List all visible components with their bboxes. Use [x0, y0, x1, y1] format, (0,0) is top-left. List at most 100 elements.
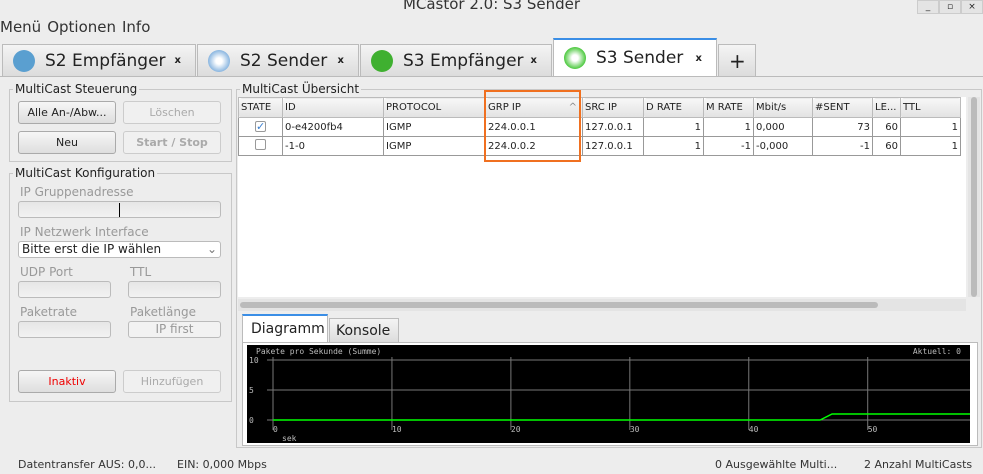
table-row[interactable]: ✓ 0-e4200fb4 IGMP 224.0.0.1 127.0.0.1 1 …: [238, 117, 961, 137]
cell-protocol: IGMP: [383, 117, 486, 137]
col-mbits[interactable]: Mbit/s: [753, 97, 813, 118]
maximize-button[interactable]: ▫: [939, 0, 961, 14]
cell-src-ip: 127.0.0.1: [582, 136, 644, 156]
antenna-icon: [208, 49, 230, 72]
tab-konsole[interactable]: Konsole: [329, 318, 399, 342]
cell-id: -1-0: [282, 136, 384, 156]
col-length[interactable]: LE...: [872, 97, 901, 118]
x-tick-label: 20: [511, 425, 521, 434]
satellite-dish-icon: [371, 49, 393, 72]
y-tick-label: 10: [249, 356, 259, 365]
status-selected: 0 Ausgewählte Multi...: [715, 458, 838, 471]
cell-d-rate: 1: [643, 117, 704, 137]
col-sent[interactable]: #SENT: [812, 97, 873, 118]
status-in: EIN: 0,000 Mbps: [177, 458, 267, 471]
cell-ttl: 1: [900, 117, 961, 137]
multicast-table: STATE ID PROTOCOL GRP IP ^ SRC IP D RATE …: [238, 97, 961, 156]
add-tab-button[interactable]: +: [718, 44, 756, 76]
y-tick-label: 5: [249, 386, 254, 395]
tab-label: S3 Empfänger: [403, 50, 524, 71]
start-stop-button[interactable]: Start / Stop: [123, 131, 221, 154]
select-value: Bitte erst die IP wählen: [22, 242, 162, 256]
tab-divider: [0, 76, 983, 77]
cell-id: 0-e4200fb4: [282, 117, 384, 137]
group-title: MultiCast Steuerung: [15, 82, 138, 96]
col-id[interactable]: ID: [282, 97, 384, 118]
cell-sent: -1: [812, 136, 873, 156]
paketlaenge-input[interactable]: IP first: [128, 321, 221, 338]
x-tick-label: 30: [630, 425, 640, 434]
col-src-ip[interactable]: SRC IP: [582, 97, 644, 118]
x-tick-label: 10: [392, 425, 402, 434]
tab-label: S2 Empfänger: [45, 50, 166, 71]
udp-port-input[interactable]: [18, 281, 111, 298]
paketrate-input[interactable]: [18, 321, 111, 338]
udp-port-label: UDP Port: [20, 265, 73, 279]
tab-s2-empfaenger[interactable]: S2 Empfänger x: [2, 44, 196, 76]
status-count: 2 Anzahl MultiCasts: [864, 458, 973, 471]
add-button[interactable]: Hinzufügen: [123, 370, 221, 393]
chevron-down-icon: ⌄: [206, 242, 217, 256]
x-tick-label: 40: [749, 425, 759, 434]
col-protocol[interactable]: PROTOCOL: [383, 97, 486, 118]
close-tab-icon[interactable]: x: [175, 55, 181, 66]
tab-s3-sender[interactable]: S3 Sender x: [553, 38, 717, 76]
x-axis-label: sek: [282, 434, 297, 443]
cell-m-rate: 1: [703, 117, 754, 137]
satellite-dish-icon: [13, 49, 35, 72]
col-d-rate[interactable]: D RATE: [643, 97, 704, 118]
antenna-icon: [564, 47, 586, 69]
col-state[interactable]: STATE: [238, 97, 283, 118]
multicast-table-area: STATE ID PROTOCOL GRP IP ^ SRC IP D RATE …: [238, 97, 966, 297]
cell-m-rate: -1: [703, 136, 754, 156]
menu-optionen[interactable]: Optionen: [47, 18, 116, 36]
vertical-scrollbar[interactable]: [968, 97, 980, 297]
paketrate-label: Paketrate: [20, 305, 78, 319]
cell-d-rate: 1: [643, 136, 704, 156]
close-tab-icon[interactable]: x: [338, 55, 344, 66]
col-m-rate[interactable]: M RATE: [703, 97, 754, 118]
group-title: MultiCast Konfiguration: [15, 166, 156, 180]
ttl-input[interactable]: [128, 281, 221, 298]
cell-ttl: 1: [900, 136, 961, 156]
chart-current-value: Aktuell: 0: [913, 347, 961, 356]
ip-group-label: IP Gruppenadresse: [20, 185, 134, 199]
cell-sent: 73: [812, 117, 873, 137]
ttl-label: TTL: [130, 265, 152, 279]
ip-interface-select[interactable]: Bitte erst die IP wählen ⌄: [18, 241, 221, 258]
cell-mbits: -0,000: [753, 136, 813, 156]
group-title: MultiCast Übersicht: [242, 82, 360, 96]
state-checkbox[interactable]: [255, 139, 266, 150]
chart-title: Pakete pro Sekunde (Summe): [256, 347, 381, 356]
x-tick-label: 50: [868, 425, 878, 434]
packets-chart: 0 10 20 30 40 50 0 5 10 Pakete pro Sekunde (Summ…: [247, 345, 970, 443]
close-tab-icon[interactable]: x: [696, 53, 702, 64]
delete-button[interactable]: Löschen: [123, 101, 221, 124]
cell-length: 60: [872, 136, 901, 156]
all-toggle-button[interactable]: Alle An-/Abw...: [18, 101, 116, 124]
tab-s2-sender[interactable]: S2 Sender x: [197, 44, 359, 76]
minimize-button[interactable]: _: [917, 0, 939, 14]
inactive-button[interactable]: Inaktiv: [18, 370, 116, 393]
menu-bar: Menü Optionen Info: [0, 18, 150, 36]
paketlaenge-label: Paketlänge: [130, 305, 196, 319]
ip-group-input[interactable]: [18, 201, 221, 218]
close-tab-icon[interactable]: x: [531, 55, 537, 66]
status-out: Datentransfer AUS: 0,0...: [18, 458, 156, 471]
tab-label: S3 Sender: [596, 48, 684, 68]
table-row[interactable]: -1-0 IGMP 224.0.0.2 127.0.0.1 1 -1 -0,00…: [238, 136, 961, 156]
menu-info[interactable]: Info: [122, 18, 150, 36]
window-controls: _ ▫ ×: [917, 0, 983, 14]
menu-menue[interactable]: Menü: [0, 18, 41, 36]
close-window-button[interactable]: ×: [961, 0, 983, 14]
tab-diagramm[interactable]: Diagramm: [242, 314, 328, 342]
x-tick-label: 0: [273, 425, 278, 434]
cell-length: 60: [872, 117, 901, 137]
horizontal-scrollbar[interactable]: [238, 299, 966, 311]
cell-src-ip: 127.0.0.1: [582, 117, 644, 137]
new-button[interactable]: Neu: [18, 131, 116, 154]
col-ttl[interactable]: TTL: [900, 97, 961, 118]
y-tick-label: 0: [249, 416, 254, 425]
state-checkbox[interactable]: ✓: [255, 121, 266, 132]
tab-s3-empfaenger[interactable]: S3 Empfänger x: [360, 44, 552, 76]
